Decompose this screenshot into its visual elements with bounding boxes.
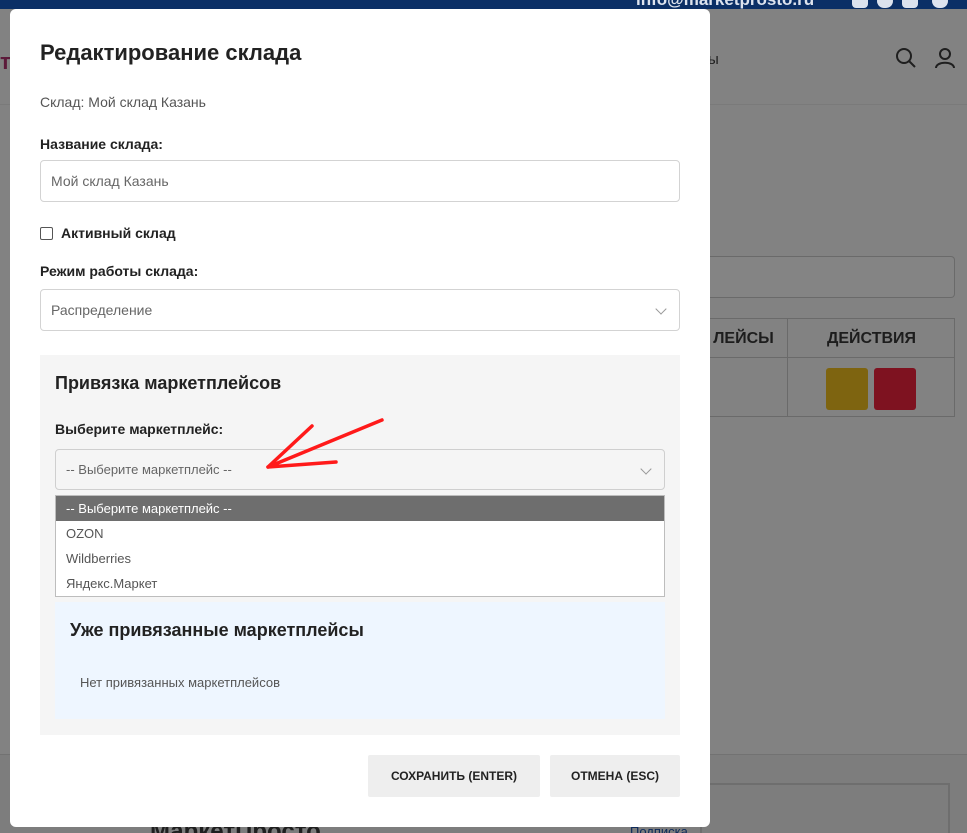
annotation-arrow-icon — [266, 418, 384, 469]
